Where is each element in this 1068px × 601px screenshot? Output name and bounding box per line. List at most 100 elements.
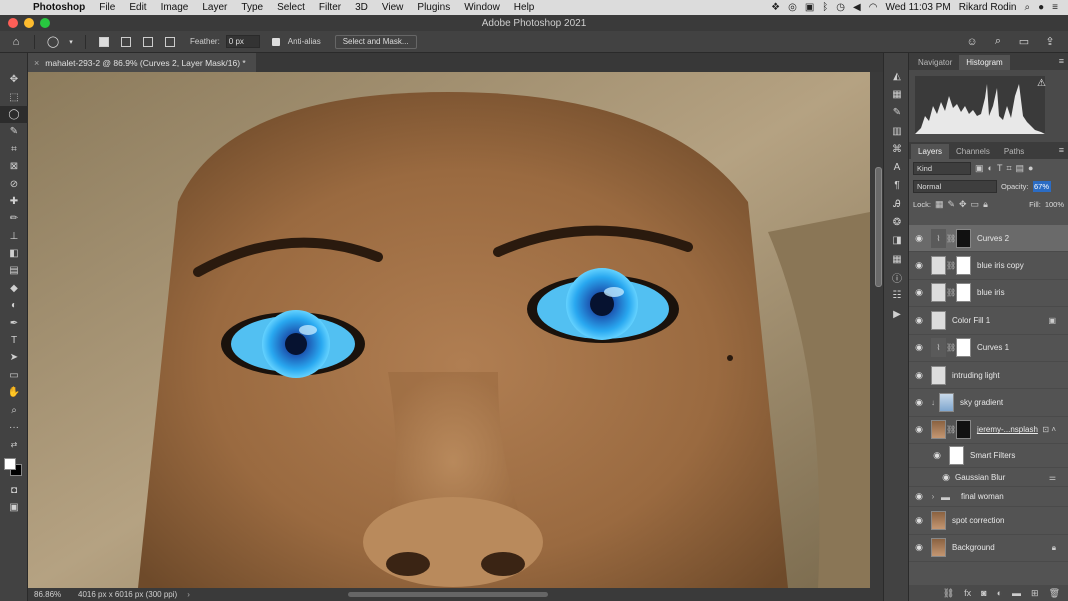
fill-input[interactable]: 100% <box>1045 200 1064 209</box>
layer-smart-filters[interactable]: ◉ Smart Filters <box>909 444 1068 469</box>
character-icon[interactable]: A <box>884 158 910 176</box>
libraries-icon[interactable]: ▥ <box>884 122 910 140</box>
layer-group-final-woman[interactable]: ◉ › ▬ final woman <box>909 487 1068 508</box>
layer-mask-thumbnail[interactable] <box>956 228 971 248</box>
menu-clock[interactable]: Wed 11:03 PM <box>885 2 950 13</box>
subtract-selection-icon[interactable] <box>140 34 156 50</box>
visibility-eye-icon[interactable]: ◉ <box>909 287 929 298</box>
adjustments-icon[interactable]: ☷ <box>884 287 910 305</box>
menu-layer[interactable]: Layer <box>195 2 234 13</box>
canvas[interactable] <box>28 72 870 588</box>
rectangle-tool-icon[interactable]: ▭ <box>0 367 28 384</box>
share-icon[interactable]: ☺ <box>964 34 980 50</box>
layer-background[interactable]: ◉ Background 🔒︎ <box>909 535 1068 562</box>
layer-mask-thumbnail[interactable] <box>956 420 971 440</box>
menu-3d[interactable]: 3D <box>348 2 375 13</box>
tab-histogram[interactable]: Histogram <box>959 55 1010 70</box>
scrollbar-thumb[interactable] <box>875 167 882 287</box>
healing-brush-tool-icon[interactable]: ✚ <box>0 193 28 210</box>
menu-filter[interactable]: Filter <box>312 2 348 13</box>
filter-type-icon[interactable]: T <box>997 163 1003 173</box>
color-icon[interactable]: ❂ <box>884 213 910 231</box>
tab-navigator[interactable]: Navigator <box>911 55 959 70</box>
color-swatches[interactable] <box>0 454 28 482</box>
lock-pixels-icon[interactable]: ✎ <box>947 199 955 210</box>
menu-plugins[interactable]: Plugins <box>410 2 457 13</box>
patterns-icon[interactable]: ⌘ <box>884 140 910 158</box>
document-tab[interactable]: × mahalet-293-2 @ 86.9% (Curves 2, Layer… <box>28 53 256 72</box>
foreground-color-swatch[interactable] <box>4 457 16 470</box>
bluetooth-icon[interactable]: ᛒ <box>822 2 828 13</box>
clone-stamp-tool-icon[interactable]: ⊥ <box>0 228 28 245</box>
creative-cloud-icon[interactable]: ◎ <box>788 2 797 13</box>
add-mask-icon[interactable]: ◙ <box>981 588 986 598</box>
visibility-eye-icon[interactable]: ◉ <box>939 472 953 483</box>
menu-edit[interactable]: Edit <box>122 2 153 13</box>
dropbox-icon[interactable]: ❖ <box>771 2 780 13</box>
paragraph-icon[interactable]: ¶ <box>884 177 910 195</box>
filter-options-icon[interactable]: ⚌ <box>1049 473 1056 482</box>
lock-position-icon[interactable]: ✥ <box>959 199 967 210</box>
menu-image[interactable]: Image <box>154 2 196 13</box>
control-center-icon[interactable]: ≡ <box>1052 2 1058 13</box>
hand-tool-icon[interactable]: ✋ <box>0 384 28 401</box>
filter-smart-object-icon[interactable]: ▤ <box>1016 163 1025 174</box>
visibility-eye-icon[interactable]: ◉ <box>909 515 929 526</box>
link-icon[interactable]: ⛓︎ <box>946 261 956 270</box>
close-tab-icon[interactable]: × <box>34 58 39 68</box>
quick-selection-tool-icon[interactable]: ✎ <box>0 123 28 140</box>
menu-app-name[interactable]: Photoshop <box>26 2 92 13</box>
visibility-eye-icon[interactable]: ◉ <box>909 260 929 271</box>
zoom-tool-icon[interactable]: ⌕ <box>0 401 28 418</box>
move-tool-icon[interactable]: ✥ <box>0 71 28 88</box>
blur-tool-icon[interactable]: ◆ <box>0 280 28 297</box>
screen-icon[interactable]: ▣ <box>805 2 814 13</box>
visibility-eye-icon[interactable]: ◉ <box>909 397 929 408</box>
opacity-input[interactable]: 67% <box>1032 180 1051 192</box>
add-selection-icon[interactable] <box>118 34 134 50</box>
new-adjustment-icon[interactable]: ◐ <box>997 588 1002 598</box>
tab-paths[interactable]: Paths <box>997 144 1031 159</box>
time-machine-icon[interactable]: ◷ <box>836 2 845 13</box>
tables-icon[interactable]: ▦ <box>884 250 910 268</box>
expand-group-icon[interactable]: › <box>929 492 937 501</box>
pen-tool-icon[interactable]: ✒ <box>0 314 28 331</box>
menu-file[interactable]: File <box>92 2 122 13</box>
eraser-tool-icon[interactable]: ◧ <box>0 245 28 262</box>
glyphs-icon[interactable]: Ꭿ <box>884 195 910 213</box>
filter-shape-icon[interactable]: ⌗ <box>1006 163 1011 174</box>
lock-artboard-icon[interactable]: ▭ <box>971 199 980 210</box>
filter-kind-select[interactable]: Kind <box>913 161 971 175</box>
layer-blue-iris[interactable]: ◉ ⛓︎ blue iris <box>909 280 1068 308</box>
volume-icon[interactable]: ◀ <box>853 2 861 13</box>
zoom-window-button[interactable] <box>40 18 50 28</box>
workspace-icon[interactable]: ▭ <box>1016 34 1032 50</box>
marquee-tool-icon[interactable]: ⬚ <box>0 88 28 105</box>
home-icon[interactable]: ⌂ <box>8 34 24 50</box>
anti-alias-checkbox[interactable] <box>271 37 280 46</box>
warning-icon[interactable]: ⚠ <box>1037 78 1046 89</box>
lock-icon[interactable]: 🔒︎ <box>1052 543 1056 553</box>
layer-blue-iris-copy[interactable]: ◉ ⛓︎ blue iris copy <box>909 252 1068 280</box>
layer-color-fill-1[interactable]: ◉ Color Fill 1 ▣ <box>909 307 1068 335</box>
menu-user[interactable]: Rikard Rodin <box>959 2 1017 13</box>
minimize-window-button[interactable] <box>24 18 34 28</box>
layer-curves-2[interactable]: ◉ ⌇ ⛓︎ Curves 2 <box>909 225 1068 253</box>
link-layers-icon[interactable]: ⛓︎ <box>943 588 954 599</box>
visibility-eye-icon[interactable]: ◉ <box>909 491 929 502</box>
zoom-level[interactable]: 86.86% <box>28 590 68 599</box>
gradient-tool-icon[interactable]: ▤ <box>0 262 28 279</box>
layer-mask-thumbnail[interactable] <box>956 338 971 358</box>
visibility-eye-icon[interactable]: ◉ <box>909 370 929 381</box>
menu-view[interactable]: View <box>375 2 411 13</box>
delete-layer-icon[interactable]: 🗑︎ <box>1049 588 1060 599</box>
visibility-eye-icon[interactable]: ◉ <box>909 542 929 553</box>
layer-spot-correction[interactable]: ◉ spot correction <box>909 507 1068 535</box>
lasso-tool-preset-icon[interactable]: ◯ <box>45 34 61 50</box>
path-selection-tool-icon[interactable]: ➤ <box>0 349 28 366</box>
layer-gaussian-blur[interactable]: ◉ Gaussian Blur ⚌ <box>909 468 1068 488</box>
tab-channels[interactable]: Channels <box>949 144 997 159</box>
brush-tool-icon[interactable]: ✏ <box>0 210 28 227</box>
screen-mode-icon[interactable]: ▣ <box>0 499 28 516</box>
panel-menu-icon[interactable]: ≡ <box>1059 56 1064 66</box>
